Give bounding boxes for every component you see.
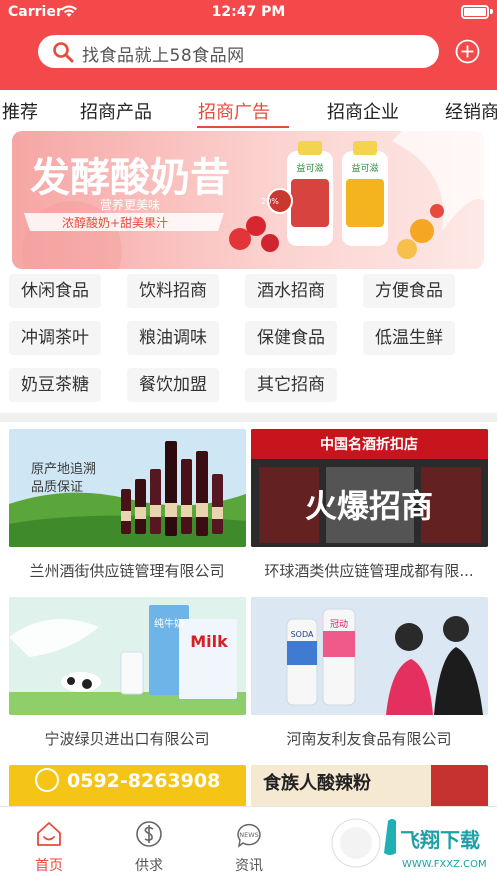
watermark-url: WWW.FXXZ.COM xyxy=(402,859,487,870)
category-chip[interactable]: 餐饮加盟 xyxy=(127,368,219,402)
ad-card-image[interactable]: 0592-8263908 xyxy=(9,765,246,807)
milk-ad-art: 纯牛奶 Milk xyxy=(9,597,246,715)
add-circle-icon[interactable] xyxy=(455,39,480,64)
dollar-icon xyxy=(136,821,162,847)
ad-card-image[interactable]: 纯牛奶 Milk xyxy=(9,597,246,715)
card-image-text: 中国名酒折扣店 xyxy=(320,436,418,453)
battery-icon xyxy=(461,5,489,19)
ad-card-image[interactable]: 原产地追溯 品质保证 xyxy=(9,429,246,547)
ad-card-title[interactable]: 河南友利友食品有限公司 xyxy=(249,728,489,749)
tab-companies[interactable]: 招商企业 xyxy=(327,98,399,124)
news-icon: NEWS xyxy=(237,823,261,848)
search-placeholder: 找食品就上58食品网 xyxy=(82,46,245,66)
ad-card-title[interactable]: 宁波绿贝进出口有限公司 xyxy=(7,728,247,749)
tab-ads[interactable]: 招商广告 xyxy=(198,98,270,124)
tabbar-item-supply[interactable]: 供求 xyxy=(114,807,184,883)
tab-products[interactable]: 招商产品 xyxy=(80,98,152,124)
tabbar-item-news[interactable]: NEWS 资讯 xyxy=(214,807,284,883)
beverage-ad-art: SODA 冠动 xyxy=(251,597,488,715)
tabbar-item-home[interactable]: 首页 xyxy=(14,807,84,883)
wine-ad-art: 原产地追溯 品质保证 xyxy=(9,429,246,547)
promo-banner[interactable]: 发酵酸奶昔 营养更美味 浓醇酸奶+甜美果汁 20% 益可滋 益可滋 xyxy=(12,131,484,269)
category-chip[interactable]: 低温生鲜 xyxy=(363,321,455,355)
card-image-text: 纯牛奶 xyxy=(154,617,184,630)
card-image-text: 0592-8263908 xyxy=(67,770,220,792)
bottle-brand-right: 益可滋 xyxy=(351,162,378,174)
ad-card-image[interactable]: 中国名酒折扣店 火爆招商 xyxy=(251,429,488,547)
category-chip[interactable]: 饮料招商 xyxy=(127,274,219,308)
category-chip[interactable]: 酒水招商 xyxy=(245,274,337,308)
tabbar-label: 资讯 xyxy=(235,858,263,874)
banner-subline: 营养更美味 xyxy=(100,197,160,212)
bottom-tab-bar: 首页 供求 NEWS 资讯 飞翔下载 WWW.FXXZ.COM xyxy=(0,806,497,883)
card-image-text: 食族人酸辣粉 xyxy=(262,772,371,794)
banner-artwork: 发酵酸奶昔 营养更美味 浓醇酸奶+甜美果汁 20% 益可滋 益可滋 xyxy=(12,131,484,269)
card-image-text: 火爆招商 xyxy=(305,487,433,525)
category-chip[interactable]: 其它招商 xyxy=(245,368,337,402)
category-chip[interactable]: 粮油调味 xyxy=(127,321,219,355)
watermark-logo: 飞翔下载 WWW.FXXZ.COM xyxy=(331,818,487,870)
liquor-store-ad-art: 中国名酒折扣店 火爆招商 xyxy=(251,429,488,547)
category-tabs: 推荐 招商产品 招商广告 招商企业 经销商 xyxy=(0,90,497,128)
phone-ad-art: 0592-8263908 xyxy=(9,765,246,807)
home-icon xyxy=(37,822,61,846)
category-chip[interactable]: 休闲食品 xyxy=(9,274,101,308)
category-chip[interactable]: 保健食品 xyxy=(245,321,337,355)
ad-card-image[interactable]: 食族人酸辣粉 xyxy=(251,765,488,807)
category-chip[interactable]: 奶豆茶糖 xyxy=(9,368,101,402)
tabbar-label: 首页 xyxy=(35,858,63,874)
main-content: 发酵酸奶昔 营养更美味 浓醇酸奶+甜美果汁 20% 益可滋 益可滋 休闲食品 饮… xyxy=(0,128,497,807)
banner-ribbon: 浓醇酸奶+甜美果汁 xyxy=(62,215,168,230)
app-header: Carrier 12:47 PM 找食品就上58食品网 xyxy=(0,0,497,90)
ad-card-image[interactable]: SODA 冠动 xyxy=(251,597,488,715)
card-image-text: 冠动 xyxy=(330,619,348,630)
status-bar: Carrier 12:47 PM xyxy=(0,0,497,26)
search-icon xyxy=(53,42,74,63)
ad-card-title[interactable]: 环球酒类供应链管理成都有限... xyxy=(249,560,489,581)
battery-tip xyxy=(490,9,493,14)
card-image-text: 品质保证 xyxy=(31,480,83,495)
svg-text:NEWS: NEWS xyxy=(239,831,259,839)
watermark-text: 飞翔下载 xyxy=(400,828,480,852)
category-grid: 休闲食品 饮料招商 酒水招商 方便食品 冲调茶叶 粮油调味 保健食品 低温生鲜 … xyxy=(0,269,497,409)
bottle-brand-left: 益可滋 xyxy=(296,162,323,174)
tab-recommend[interactable]: 推荐 xyxy=(2,98,38,124)
ad-card-title[interactable]: 兰州酒街供应链管理有限公司 xyxy=(7,560,247,581)
category-chip[interactable]: 方便食品 xyxy=(363,274,455,308)
card-image-text: 原产地追溯 xyxy=(31,461,96,477)
section-divider xyxy=(0,413,497,422)
tab-dealers[interactable]: 经销商 xyxy=(445,98,497,124)
category-chip[interactable]: 冲调茶叶 xyxy=(9,321,101,355)
card-image-text: Milk xyxy=(190,632,228,651)
search-bar[interactable]: 找食品就上58食品网 xyxy=(38,35,439,68)
card-image-text: SODA xyxy=(291,630,314,639)
banner-headline: 发酵酸奶昔 xyxy=(30,154,230,201)
noodle-ad-art: 食族人酸辣粉 xyxy=(251,765,488,807)
status-time: 12:47 PM xyxy=(211,4,286,20)
tabbar-label: 供求 xyxy=(135,858,163,874)
banner-badge: 20% xyxy=(261,197,279,206)
